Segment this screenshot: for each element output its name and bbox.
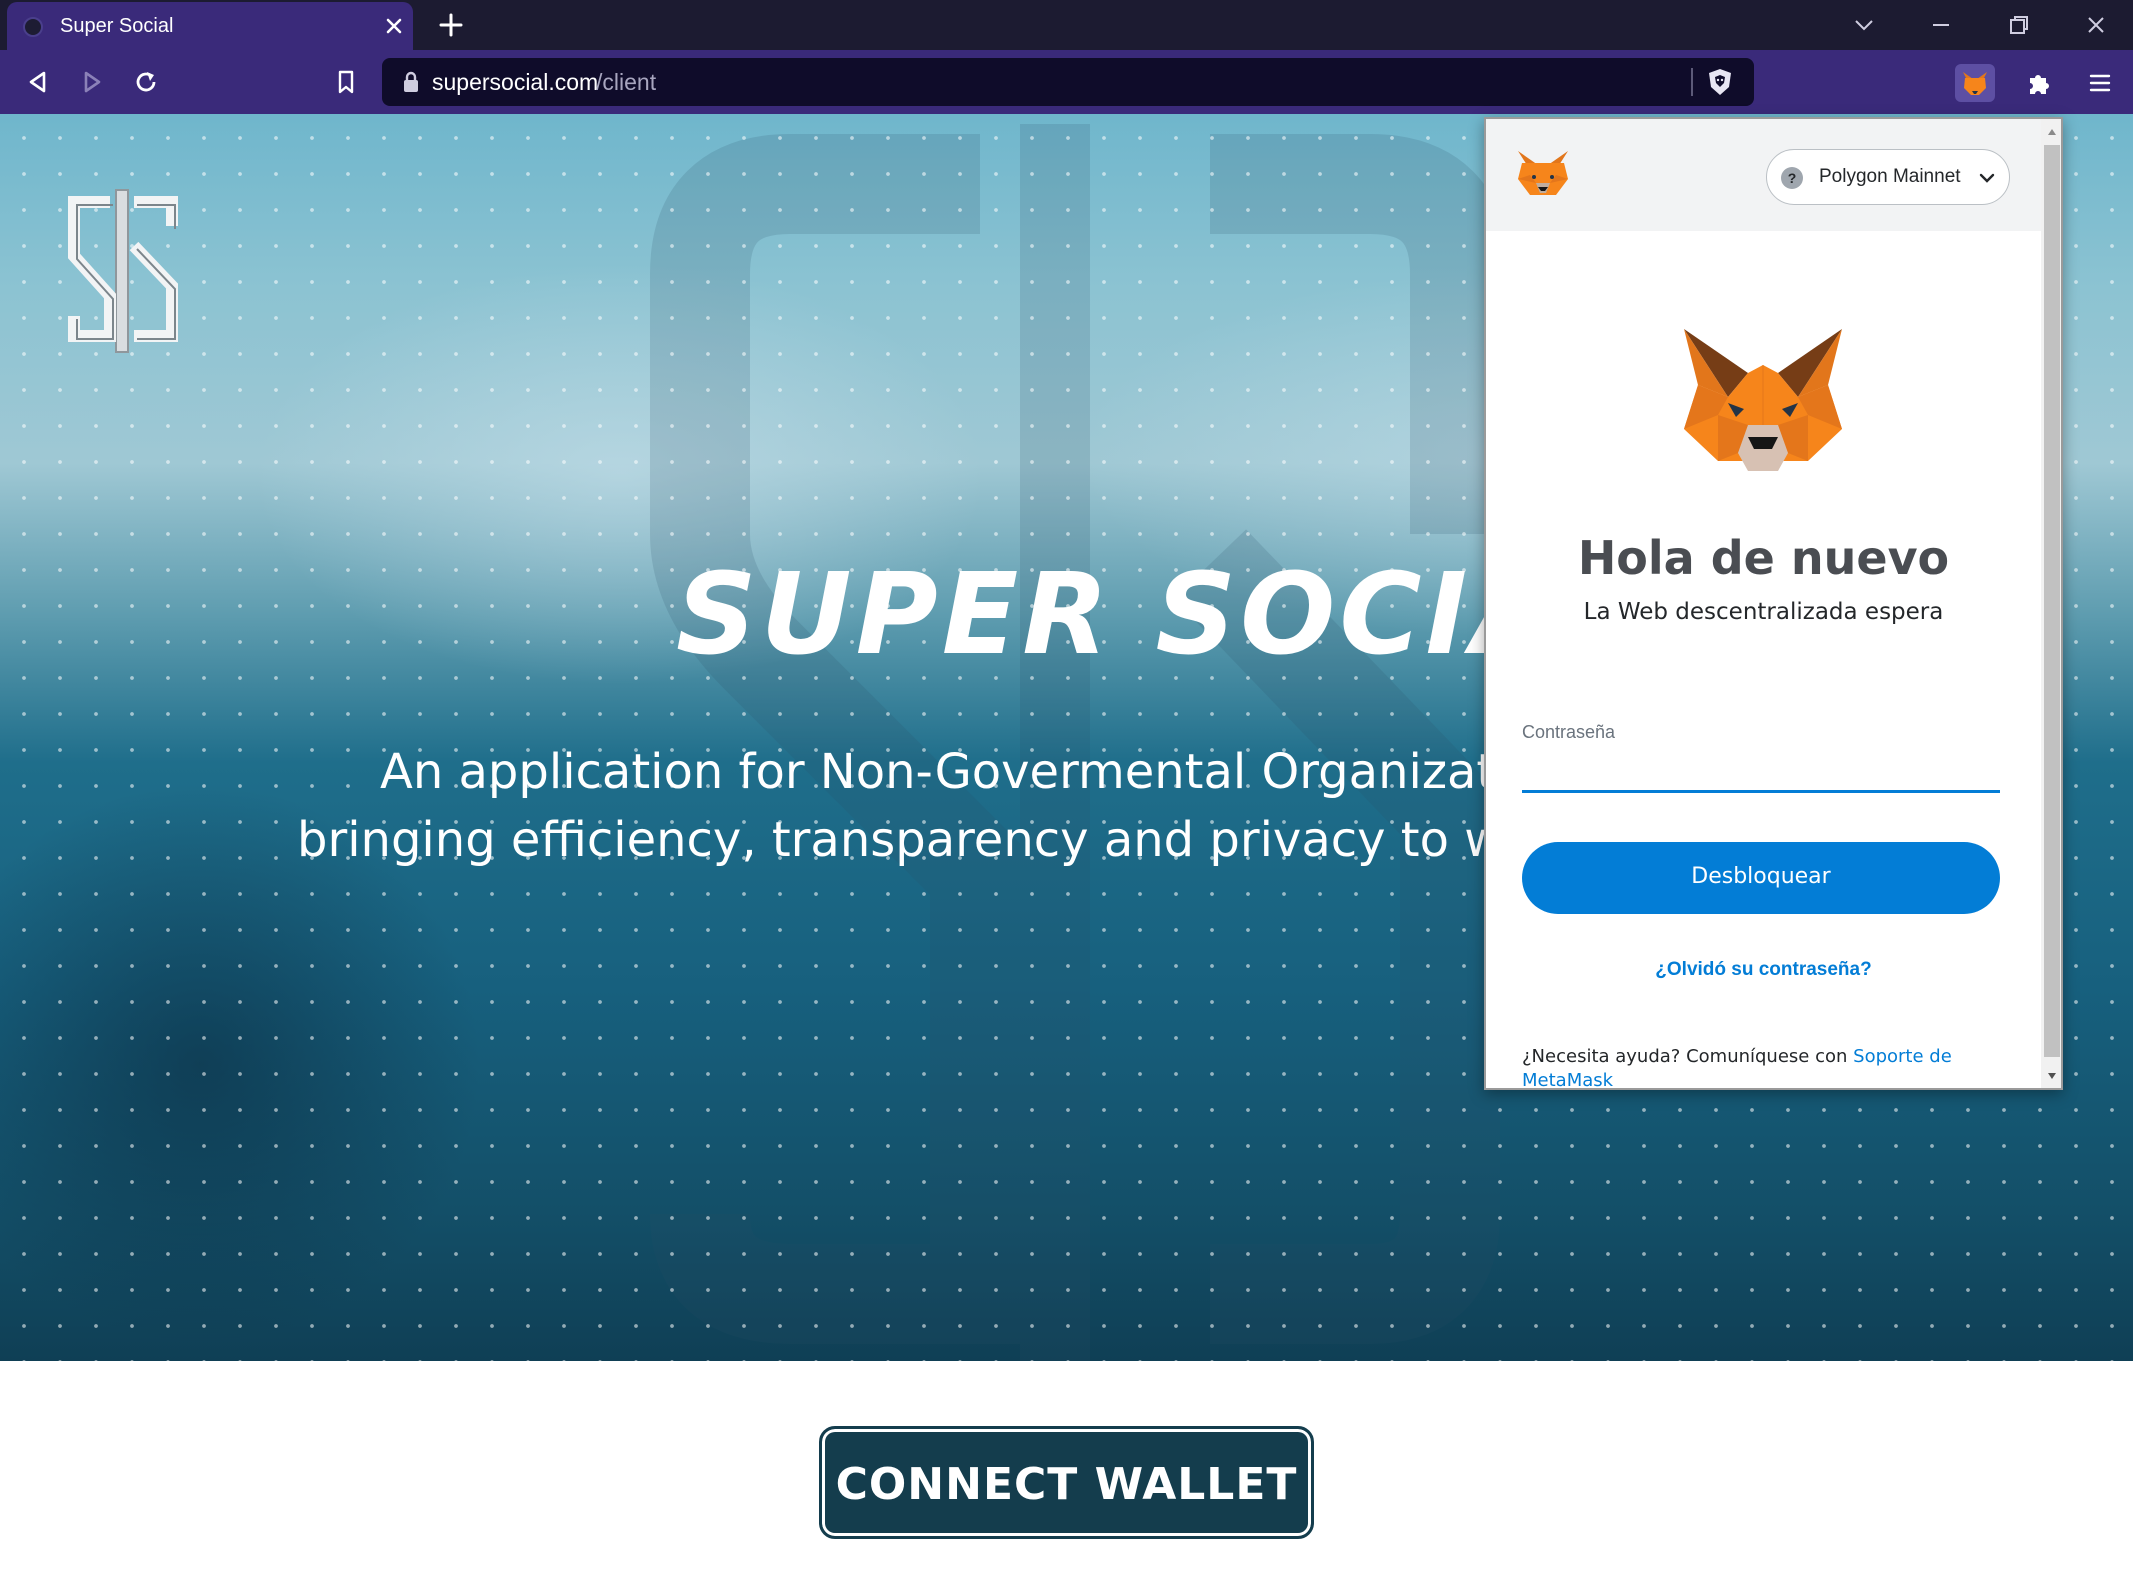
tab-search-chevron-icon[interactable] — [1849, 10, 1879, 40]
restore-icon[interactable] — [2004, 10, 2034, 40]
scroll-down-arrow-icon[interactable] — [2045, 1069, 2059, 1083]
forgot-password-link[interactable]: ¿Olvidó su contraseña? — [1486, 959, 2041, 981]
back-icon[interactable] — [22, 66, 54, 98]
address-bar[interactable]: supersocial.com /client — [382, 58, 1754, 106]
window-close-icon[interactable] — [2081, 10, 2111, 40]
unlock-button-label: Desbloquear — [1691, 864, 1831, 889]
forward-icon[interactable] — [76, 66, 108, 98]
network-label: Polygon Mainnet — [1819, 166, 1961, 187]
minimize-icon[interactable] — [1926, 10, 1956, 40]
unlock-button[interactable]: Desbloquear — [1522, 842, 2000, 914]
reload-icon[interactable] — [130, 66, 162, 98]
brave-lion-shield-icon[interactable] — [1705, 67, 1735, 97]
url-path: /client — [596, 69, 657, 95]
browser-tab-super-social[interactable]: Super Social — [7, 2, 413, 50]
help-text: ¿Necesita ayuda? Comuníquese con Soporte… — [1522, 1045, 2022, 1088]
password-input[interactable] — [1522, 747, 2000, 793]
welcome-title: Hola de nuevo — [1577, 531, 1950, 585]
tab-title: Super Social — [60, 15, 174, 37]
help-text-prefix: ¿Necesita ayuda? Comuníquese con — [1522, 1046, 1854, 1067]
metamask-fox-icon — [1963, 72, 1987, 95]
hero-subtitle-line-1: An application for Non-Govermental Organ… — [380, 744, 1538, 800]
network-status-icon: ? — [1781, 167, 1803, 189]
popup-scrollbar[interactable] — [2041, 119, 2061, 1088]
metamask-header: ? Polygon Mainnet — [1486, 119, 2041, 231]
close-icon[interactable] — [383, 15, 405, 37]
welcome-subtitle: La Web descentralizada espera — [1583, 599, 1944, 625]
network-selector[interactable]: ? Polygon Mainnet — [1766, 149, 2010, 205]
lock-icon[interactable] — [402, 71, 420, 93]
browser-tab-strip: Super Social — [0, 0, 2133, 50]
metamask-popup: ? Polygon Mainnet Hola de nuevo La Web d… — [1484, 117, 2063, 1090]
connect-wallet-label: CONNECT WALLET — [835, 1459, 1298, 1510]
metamask-fox-logo — [1684, 329, 1842, 471]
scrollbar-thumb[interactable] — [2044, 145, 2060, 1057]
chevron-down-icon — [1979, 173, 1995, 183]
browser-toolbar: supersocial.com /client — [0, 50, 2133, 114]
extensions-puzzle-icon[interactable] — [2024, 67, 2056, 99]
bookmark-icon[interactable] — [330, 66, 362, 98]
new-tab-plus-icon[interactable] — [436, 10, 466, 40]
scroll-up-arrow-icon[interactable] — [2045, 125, 2059, 139]
metamask-fox-icon — [1518, 151, 1568, 195]
tab-favicon-icon — [23, 17, 43, 37]
url-host: supersocial.com — [432, 69, 599, 95]
super-social-logo — [68, 189, 178, 353]
hero-subtitle-line-2: bringing efficiency, transparency and pr… — [297, 812, 1534, 868]
metamask-extension-button[interactable] — [1955, 64, 1995, 102]
password-label: Contraseña — [1522, 722, 1616, 742]
address-divider — [1691, 68, 1693, 96]
hamburger-menu-icon[interactable] — [2084, 67, 2116, 99]
connect-wallet-button[interactable]: CONNECT WALLET — [819, 1426, 1314, 1539]
